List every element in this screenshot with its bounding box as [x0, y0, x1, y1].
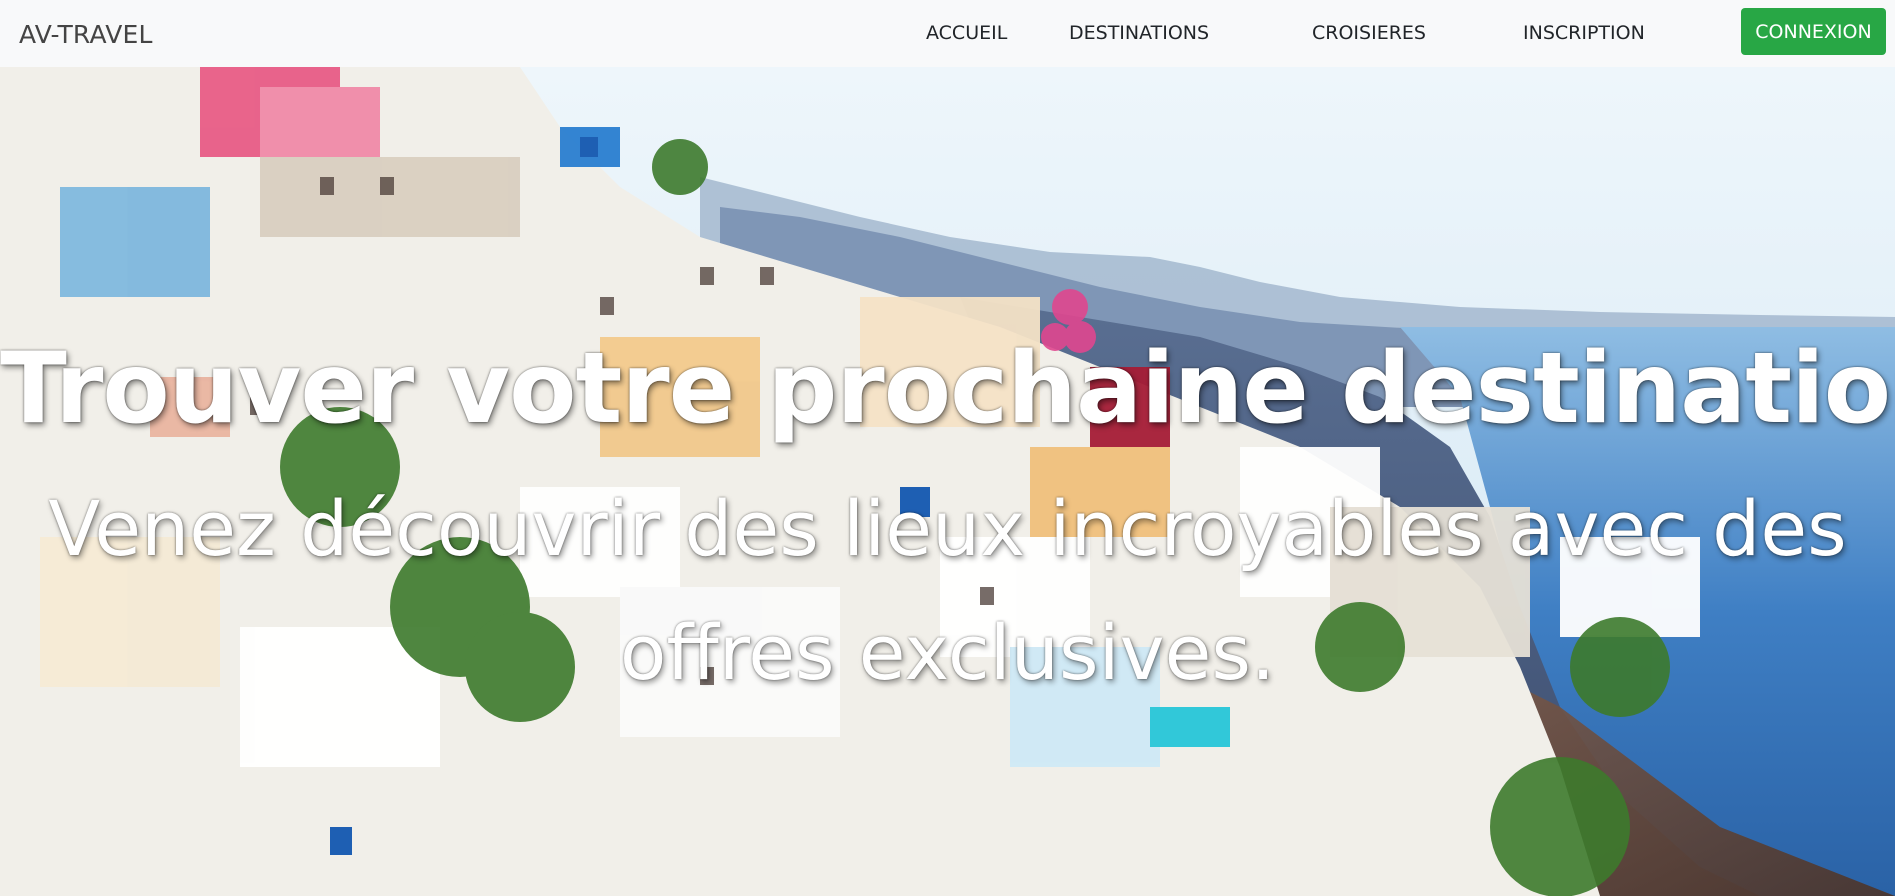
nav-link-inscription[interactable]: INSCRIPTION	[1523, 22, 1645, 44]
hero-section: Trouver votre prochaine destination. Ven…	[0, 67, 1895, 896]
hero-title: Trouver votre prochaine destination.	[0, 332, 1895, 446]
hero-subtitle: Venez découvrir des lieux incroyables av…	[48, 484, 1847, 697]
nav-link-accueil[interactable]: ACCUEIL	[926, 22, 1007, 44]
login-button[interactable]: CONNEXION	[1741, 8, 1886, 55]
nav-link-destinations[interactable]: DESTINATIONS	[1069, 22, 1209, 44]
navbar: AV-TRAVEL ACCUEIL DESTINATIONS CROISIERE…	[0, 0, 1895, 67]
brand-logo[interactable]: AV-TRAVEL	[19, 20, 153, 49]
nav-link-croisieres[interactable]: CROISIERES	[1312, 22, 1426, 44]
